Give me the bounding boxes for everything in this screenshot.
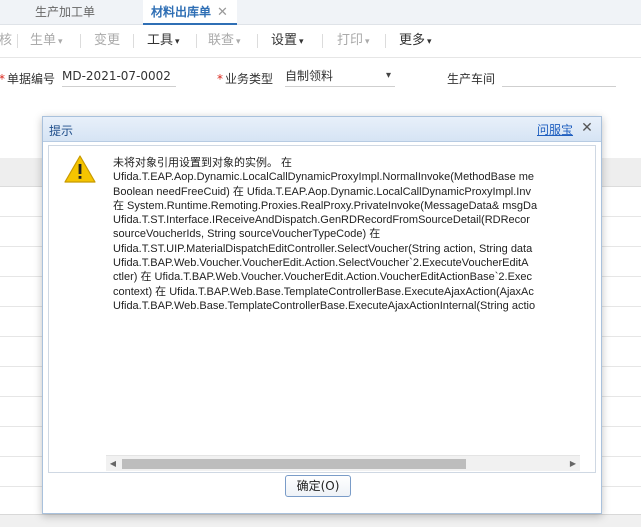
tab-label: 材料出库单 [151,5,212,19]
biz-type-label-text: 业务类型 [225,72,274,86]
doc-no-value: MD-2021-07-0002 [62,69,171,83]
error-message-line: Ufida.T.ST.Interface.IReceiveAndDispatch… [113,214,530,227]
error-message-line: Ufida.T.ST.UIP.MaterialDispatchEditContr… [113,242,533,255]
tools-menu[interactable]: 工具 ▾ [147,25,180,57]
change-button[interactable]: 变更 [94,25,120,57]
error-message-line: Ufida.T.BAP.Web.Base.TemplateControllerB… [113,299,536,312]
print-menu[interactable]: 打印 ▾ [337,25,370,57]
toolbar: 核 生单 ▾ 变更 工具 ▾ 联查 ▾ 设置 ▾ 打印 ▾ 更多 ▾ [0,25,641,58]
settings-menu[interactable]: 设置 ▾ [271,25,304,57]
close-icon[interactable]: ✕ [579,119,595,137]
toolbar-divider [133,34,134,48]
grid-footer [0,514,641,527]
toolbar-divider [257,34,258,48]
toolbar-divider [322,34,323,48]
link-query-menu[interactable]: 联查 ▾ [208,25,241,57]
chevron-down-icon: ▾ [427,37,432,47]
settings-label: 设置 [271,33,298,48]
error-message-line: Boolean needFreeCuid) 在 Ufida.T.EAP.Aop.… [113,185,531,198]
tab-material-issue[interactable]: 材料出库单 ✕ [143,0,237,25]
error-message-line: 未将对象引用设置到对象的实例。 在 [113,157,293,169]
close-icon[interactable]: ✕ [217,5,228,20]
generate-label: 生单 [30,33,57,48]
audit-button[interactable]: 核 [0,25,12,57]
scroll-left-icon[interactable]: ◀ [106,456,120,471]
error-message-line: Ufida.T.EAP.Aop.Dynamic.LocalCallDynamic… [113,171,535,184]
doc-no-label: *单据编号 [0,70,55,87]
tab-production-order[interactable]: 生产加工单 [27,0,103,24]
error-message: 未将对象引用设置到对象的实例。 在 Ufida.T.EAP.Aop.Dynamic… [113,156,583,313]
workshop-field[interactable] [502,66,616,87]
audit-label: 核 [0,33,13,48]
print-label: 打印 [337,33,364,48]
required-mark: * [217,72,223,86]
dialog-titlebar[interactable]: 提示 问服宝 ✕ [43,117,601,142]
chevron-down-icon: ▾ [365,37,370,47]
toolbar-divider [17,34,18,48]
toolbar-divider [196,34,197,48]
horizontal-scrollbar[interactable]: ◀ ▶ [106,455,580,471]
error-message-line: ctler) 在 Ufida.T.BAP.Web.Voucher.Voucher… [113,271,533,284]
generate-button[interactable]: 生单 ▾ [30,25,63,57]
dialog-title: 提示 [49,124,74,138]
scrollbar-thumb[interactable] [122,459,466,469]
chevron-down-icon: ▾ [58,37,63,47]
workshop-label: 生产车间 [447,72,496,86]
tab-bar: 生产加工单 材料出库单 ✕ [0,0,641,25]
toolbar-divider [385,34,386,48]
ok-button[interactable]: 确定(O) [285,475,351,497]
link-query-label: 联查 [208,33,235,48]
error-message-line: 在 System.Runtime.Remoting.Proxies.RealPr… [113,199,538,212]
toolbar-divider [80,34,81,48]
tab-label: 生产加工单 [35,5,96,19]
ask-service-link[interactable]: 问服宝 [537,121,573,138]
error-message-line: Ufida.T.BAP.Web.Voucher.VoucherEdit.Acti… [113,257,529,270]
tools-label: 工具 [147,33,174,48]
change-label: 变更 [94,33,121,48]
error-dialog: 提示 问服宝 ✕ 未将对象引用设置到对象的实例。 在 Ufida.T.EAP.Ao… [42,116,602,514]
more-menu[interactable]: 更多 ▾ [399,25,432,57]
doc-no-label-text: 单据编号 [7,72,56,86]
biz-type-label: * 业务类型 [217,70,273,87]
scroll-right-icon[interactable]: ▶ [566,456,580,471]
dialog-content: 未将对象引用设置到对象的实例。 在 Ufida.T.EAP.Aop.Dynamic… [48,145,596,473]
more-label: 更多 [399,33,426,48]
chevron-down-icon: ▾ [236,37,241,47]
error-message-line: sourceVoucherIds, String sourceVoucherTy… [113,228,381,241]
biz-type-value: 自制领料 [285,69,334,83]
biz-type-select[interactable]: 自制领料 ▾ [285,66,395,87]
chevron-down-icon: ▾ [175,37,180,47]
chevron-down-icon[interactable]: ▾ [386,66,391,86]
doc-no-field[interactable]: MD-2021-07-0002 [62,66,176,87]
error-message-line: context) 在 Ufida.T.BAP.Web.Base.Template… [113,285,534,298]
chevron-down-icon: ▾ [299,37,304,47]
required-mark: * [0,72,5,86]
warning-icon [64,155,96,183]
